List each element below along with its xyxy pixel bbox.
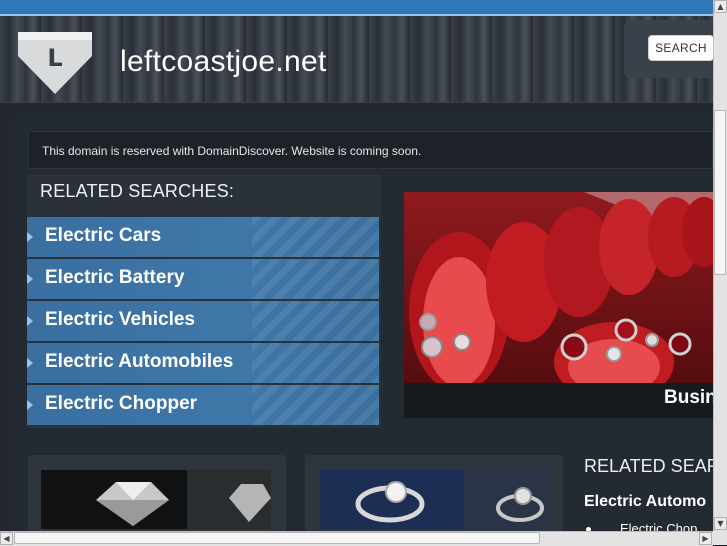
chevron-right-icon[interactable]: ▶	[699, 532, 712, 545]
arrow-right-icon	[27, 358, 33, 368]
arrow-right-icon	[27, 232, 33, 242]
related-searches-list: Electric Cars Electric Battery Electric …	[27, 217, 379, 427]
related-search-link-2[interactable]: Electric Automo	[584, 493, 706, 511]
arrow-right-icon	[27, 316, 33, 326]
thumbnail-image[interactable]	[320, 470, 550, 529]
logo-icon[interactable]: L	[18, 32, 92, 94]
related-search-link[interactable]: Electric Cars	[27, 217, 379, 257]
top-bar	[0, 0, 727, 16]
site-header: L leftcoastjoe.net	[0, 16, 713, 110]
chevron-up-icon[interactable]: ▲	[714, 0, 727, 13]
arrow-right-icon	[27, 274, 33, 284]
related-search-link[interactable]: Electric Vehicles	[27, 301, 379, 341]
arrow-right-icon	[27, 400, 33, 410]
search-button[interactable]: SEARCH	[648, 35, 714, 61]
diamond-illustration	[41, 470, 271, 529]
related-search-label[interactable]: Electric Battery	[45, 267, 184, 289]
site-title[interactable]: leftcoastjoe.net	[120, 45, 327, 79]
related-search-label[interactable]: Electric Automobiles	[45, 351, 233, 373]
related-search-link[interactable]: Electric Battery	[27, 259, 379, 299]
related-search-label[interactable]: Electric Cars	[45, 225, 161, 247]
related-search-link[interactable]: Electric Automobiles	[27, 343, 379, 383]
hero-caption[interactable]: Busin	[664, 387, 717, 409]
chevron-down-icon[interactable]: ▼	[714, 517, 727, 530]
chevron-left-icon[interactable]: ◀	[0, 532, 13, 545]
ring-illustration	[320, 470, 550, 529]
related-search-link[interactable]: Electric Chopper	[27, 385, 379, 425]
domain-notice: This domain is reserved with DomainDisco…	[28, 131, 713, 169]
related-searches-title-2: RELATED SEAR	[584, 456, 720, 476]
related-searches-title: RELATED SEARCHES:	[40, 181, 235, 201]
related-search-label[interactable]: Electric Vehicles	[45, 309, 195, 331]
horizontal-scroll-thumb[interactable]	[14, 532, 540, 544]
scrollbar-corner	[713, 531, 727, 545]
related-search-label[interactable]: Electric Chopper	[45, 393, 197, 415]
vertical-scroll-thumb[interactable]	[714, 110, 726, 275]
thumbnail-image[interactable]	[41, 470, 271, 529]
logo-letter: L	[47, 44, 62, 72]
